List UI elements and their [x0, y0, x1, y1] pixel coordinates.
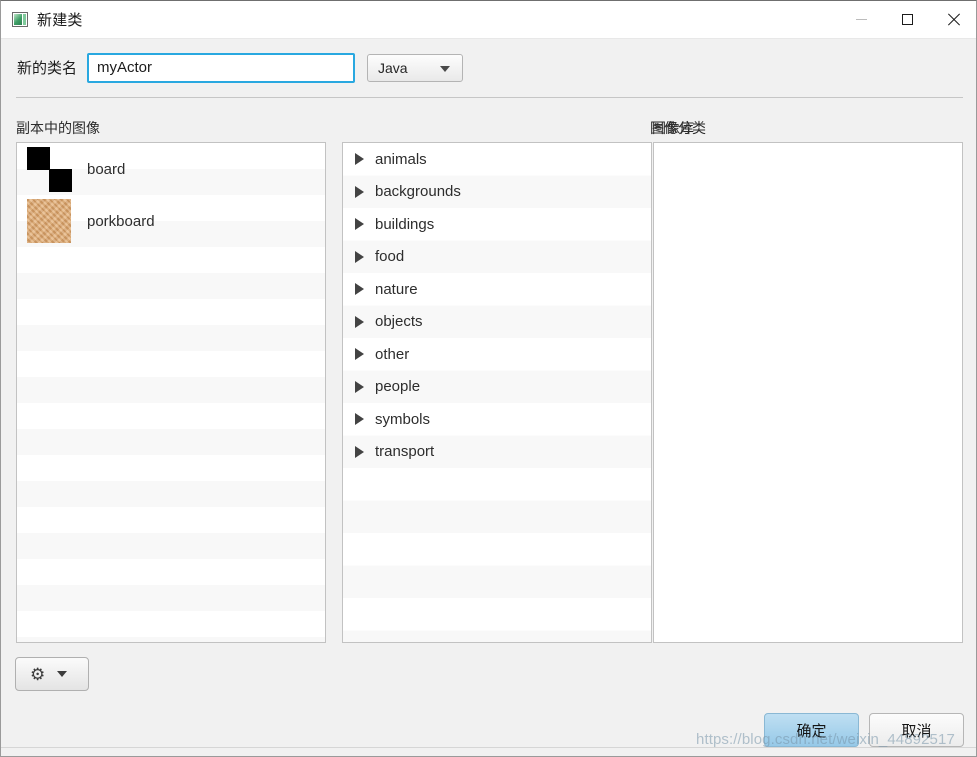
title-bar: 新建类 — [1, 1, 976, 39]
class-name-input[interactable] — [87, 52, 356, 83]
category-item-people[interactable]: people — [343, 371, 651, 404]
ok-button[interactable]: 确定 — [764, 713, 859, 747]
category-item-buildings[interactable]: buildings — [343, 208, 651, 241]
category-rows: animals backgrounds buildings food nature obj… — [343, 143, 651, 468]
gear-icon: ⚙ — [30, 664, 46, 684]
category-item-objects[interactable]: objects — [343, 306, 651, 339]
scripts-rows: board porkboard — [17, 143, 325, 247]
image-library-list[interactable] — [653, 142, 963, 643]
close-icon — [947, 13, 960, 26]
language-select-value: Java — [378, 59, 408, 76]
triangle-right-icon[interactable] — [355, 250, 364, 263]
triangle-right-icon[interactable] — [355, 315, 364, 328]
list-item[interactable]: board — [17, 143, 325, 195]
triangle-right-icon[interactable] — [355, 413, 364, 426]
category-item-label: backgrounds — [375, 183, 461, 201]
bottom-separator — [1, 747, 976, 748]
scripts-column-header: 副本中的图像 — [16, 120, 100, 136]
maximize-button[interactable] — [884, 1, 930, 38]
new-class-dialog: 新建类 新的类名 Java 副本中的图像 图像分类 图像库 boardporkb… — [0, 0, 977, 757]
category-item-food[interactable]: food — [343, 241, 651, 274]
cancel-button[interactable]: 取消 — [869, 713, 964, 747]
header-separator — [16, 97, 963, 98]
triangle-right-icon[interactable] — [355, 445, 364, 458]
category-item-label: people — [375, 378, 421, 396]
scripts-image-list[interactable]: board porkboard — [16, 142, 326, 643]
category-item-label: transport — [375, 443, 435, 461]
chevron-down-icon — [57, 671, 68, 677]
category-item-symbols[interactable]: symbols — [343, 403, 651, 436]
category-item-label: food — [375, 248, 405, 266]
triangle-right-icon[interactable] — [355, 218, 364, 231]
list-item-label: board — [87, 160, 126, 178]
category-item-transport[interactable]: transport — [343, 436, 651, 469]
category-item-nature[interactable]: nature — [343, 273, 651, 306]
board-checker-thumbnail — [27, 147, 72, 192]
category-item-backgrounds[interactable]: backgrounds — [343, 176, 651, 209]
list-item[interactable]: porkboard — [17, 195, 325, 247]
category-item-label: symbols — [375, 410, 431, 428]
maximize-icon — [901, 14, 913, 25]
close-button[interactable] — [930, 1, 976, 38]
triangle-right-icon[interactable] — [355, 185, 364, 198]
image-options-button[interactable]: ⚙ — [15, 657, 89, 691]
minimize-icon — [855, 19, 867, 20]
minimize-button[interactable] — [838, 1, 884, 38]
library-column-header: 图像库 — [652, 120, 694, 136]
list-item-label: porkboard — [87, 212, 155, 230]
category-item-other[interactable]: other — [343, 338, 651, 371]
category-item-label: objects — [375, 313, 423, 331]
triangle-right-icon[interactable] — [355, 348, 364, 361]
triangle-right-icon[interactable] — [355, 153, 364, 166]
triangle-right-icon[interactable] — [355, 283, 364, 296]
class-name-label: 新的类名 — [17, 60, 78, 77]
category-item-label: animals — [375, 150, 427, 168]
category-item-label: buildings — [375, 215, 435, 233]
category-tree[interactable]: animals backgrounds buildings food nature obj… — [342, 142, 652, 643]
category-item-label: nature — [375, 280, 418, 298]
porkboard-cork-thumbnail — [27, 199, 71, 243]
class-name-row: 新的类名 Java — [1, 39, 976, 96]
window-title: 新建类 — [37, 12, 83, 29]
category-item-label: other — [375, 345, 410, 363]
greenfoot-app-icon — [12, 12, 28, 27]
window-controls — [838, 1, 976, 38]
category-item-animals[interactable]: animals — [343, 143, 651, 176]
language-select[interactable]: Java — [367, 53, 464, 82]
chevron-down-icon — [440, 65, 451, 72]
triangle-right-icon[interactable] — [355, 380, 364, 393]
